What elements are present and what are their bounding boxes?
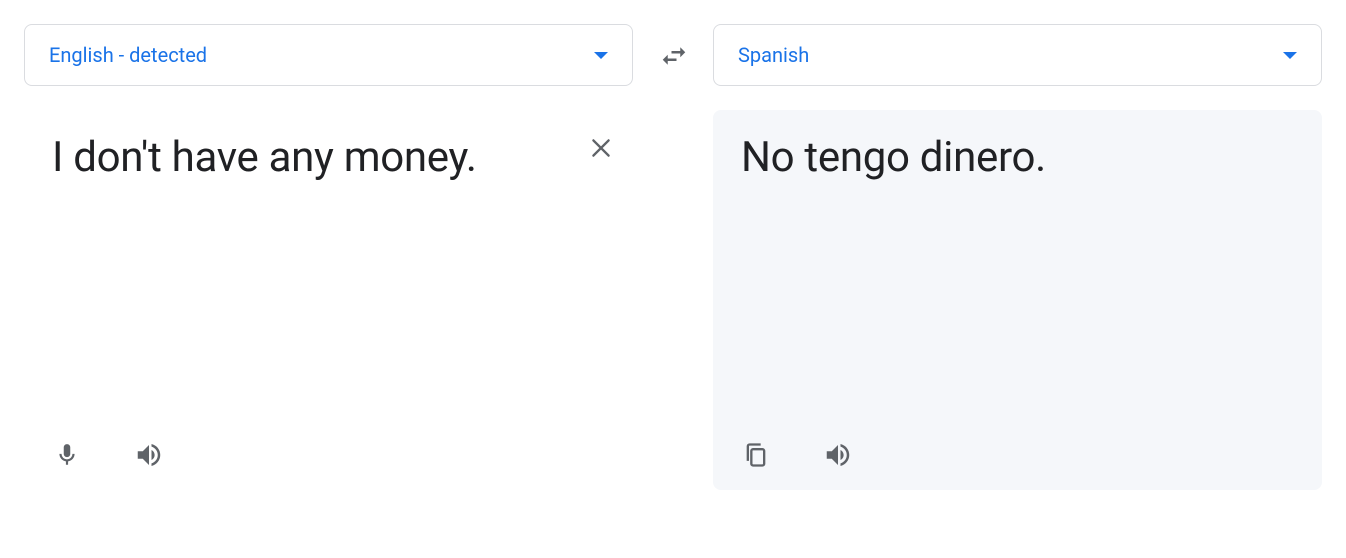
copy-button[interactable]: [741, 440, 771, 470]
copy-icon: [742, 441, 770, 469]
swap-icon: [659, 41, 689, 71]
swap-languages-button[interactable]: [659, 41, 687, 69]
target-text: No tengo dinero.: [741, 130, 1294, 424]
source-toolbar: [52, 424, 605, 470]
source-panel: English - detected I don't have any mone…: [24, 24, 633, 490]
target-panel: Spanish No tengo dinero.: [713, 24, 1322, 490]
close-icon: [588, 135, 614, 161]
microphone-icon: [54, 440, 80, 470]
microphone-button[interactable]: [52, 440, 82, 470]
listen-source-button[interactable]: [134, 440, 164, 470]
source-language-selector[interactable]: English - detected: [24, 24, 633, 86]
chevron-down-icon: [594, 52, 608, 59]
listen-target-button[interactable]: [823, 440, 853, 470]
speaker-icon: [134, 439, 164, 471]
target-text-area: No tengo dinero.: [713, 110, 1322, 490]
source-language-label: English - detected: [49, 43, 207, 67]
translate-container: English - detected I don't have any mone…: [24, 24, 1322, 490]
source-text[interactable]: I don't have any money.: [52, 130, 605, 424]
target-language-selector[interactable]: Spanish: [713, 24, 1322, 86]
swap-languages-container: [633, 24, 713, 86]
chevron-down-icon: [1283, 52, 1297, 59]
target-language-label: Spanish: [738, 43, 809, 67]
speaker-icon: [823, 439, 853, 471]
source-text-area[interactable]: I don't have any money.: [24, 110, 633, 490]
target-toolbar: [741, 424, 1294, 470]
clear-button[interactable]: [587, 134, 615, 162]
